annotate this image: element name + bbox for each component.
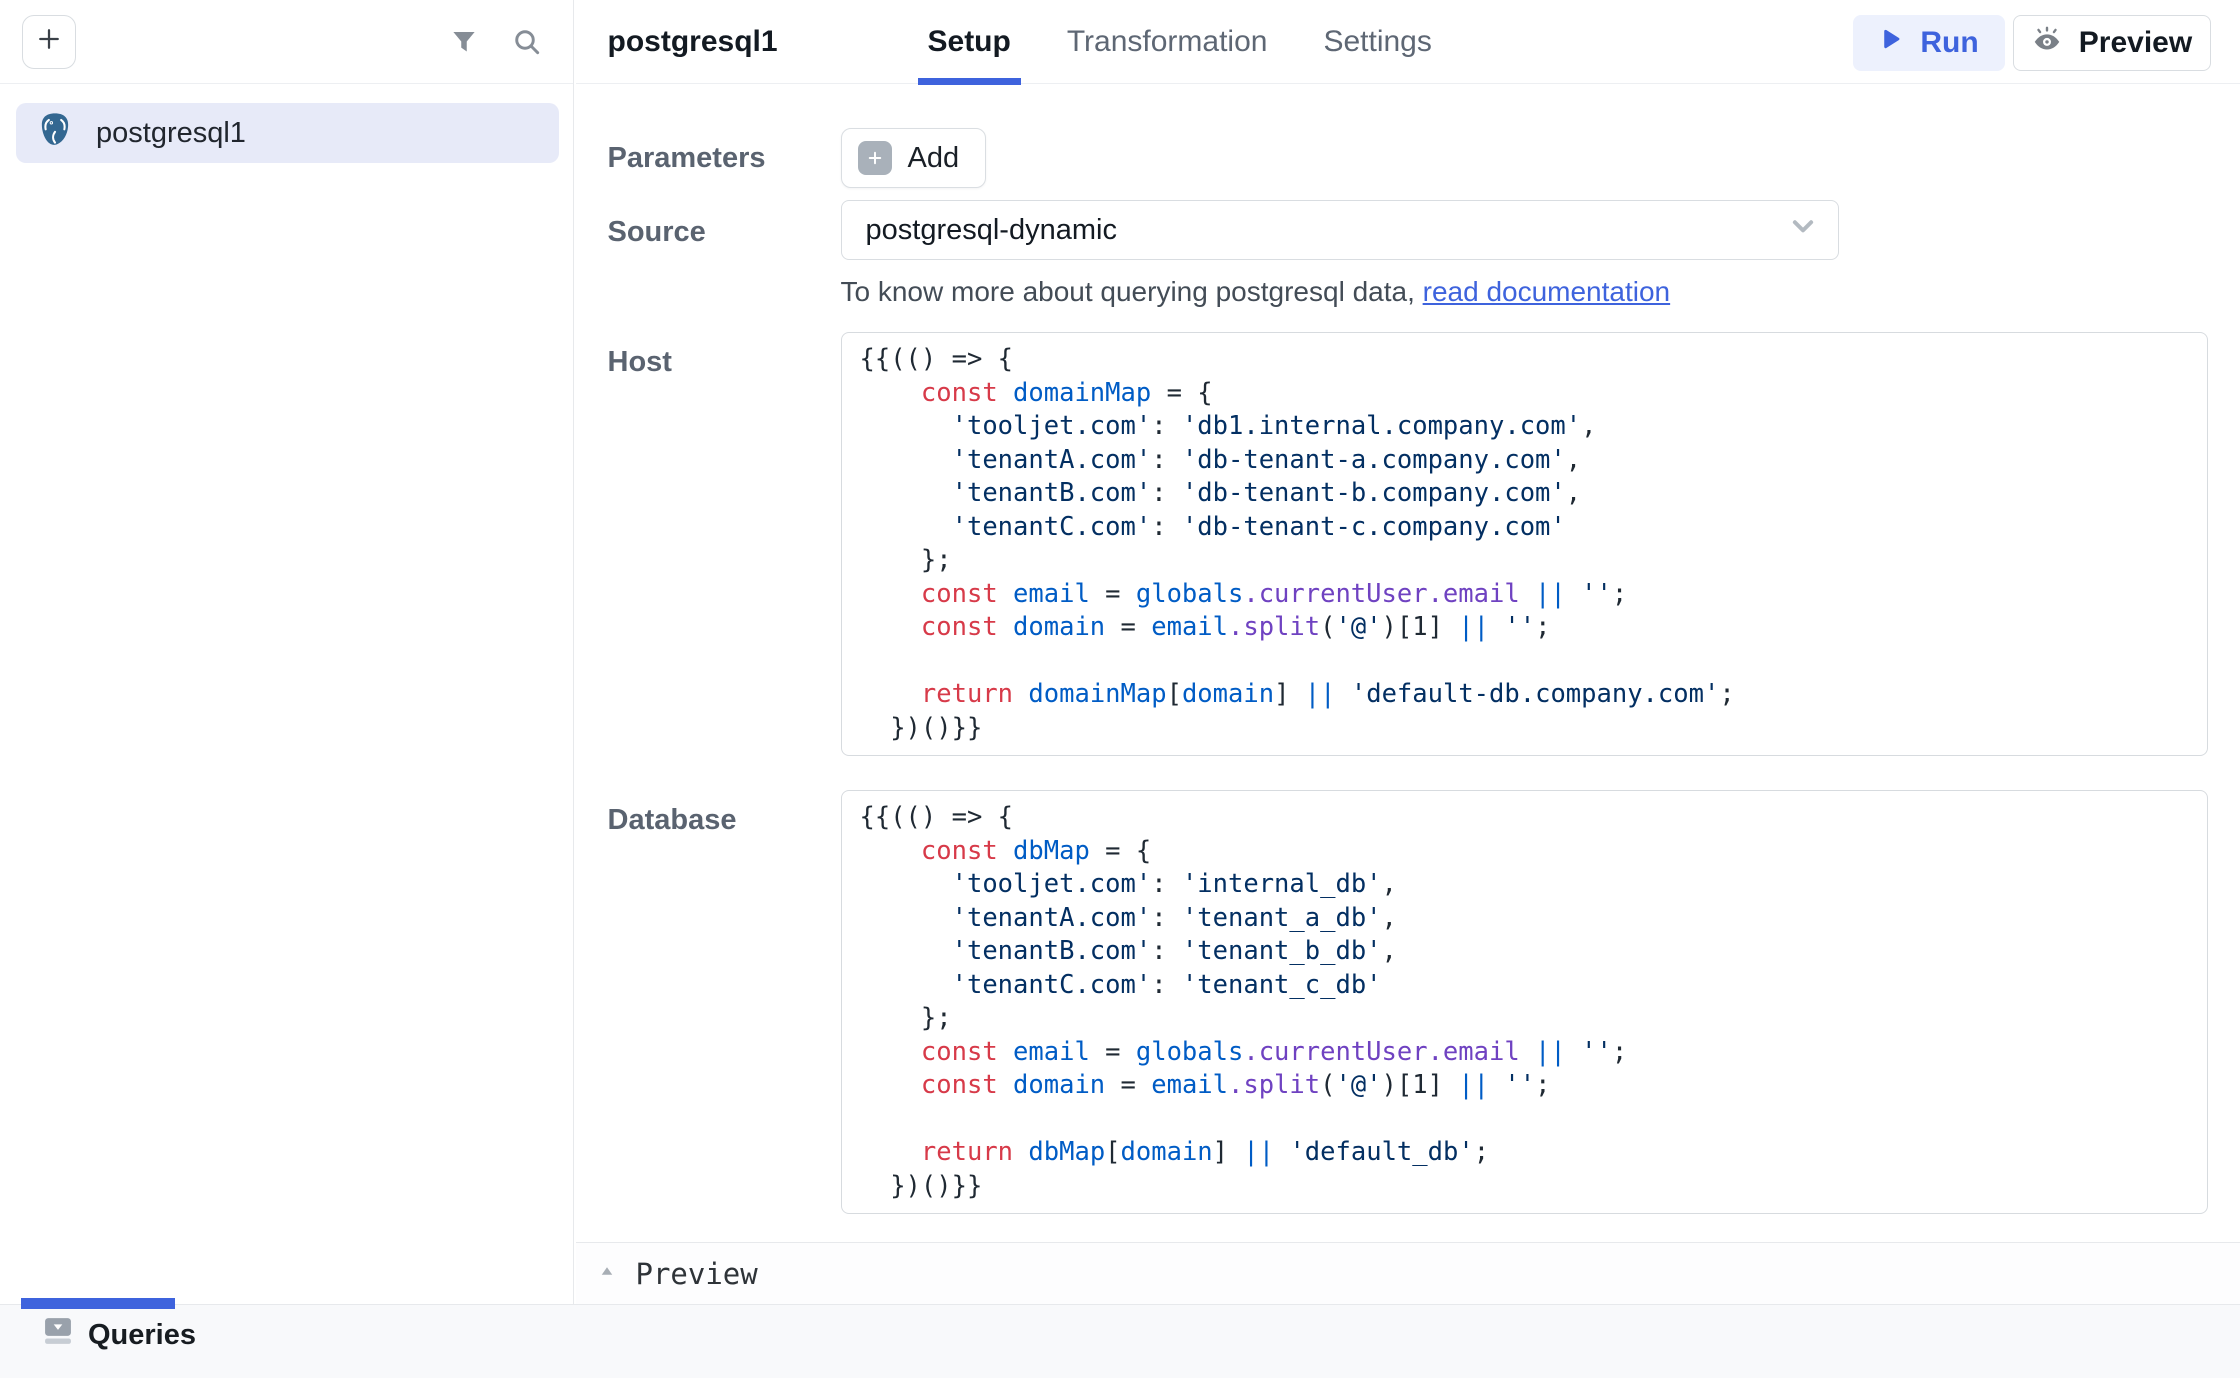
preview-button-label: Preview [2079,26,2192,60]
sidebar-header [0,0,573,84]
setup-form: Parameters Add Source postgresql-dynamic [576,84,2240,1214]
add-parameter-button[interactable]: Add [841,128,987,188]
source-select[interactable]: postgresql-dynamic [841,200,1839,260]
query-list-sidebar: postgresql1 [0,0,574,1304]
play-icon [1878,26,1904,60]
add-button-label: Add [908,142,960,175]
tab-settings[interactable]: Settings [1323,0,1431,83]
search-icon[interactable] [511,26,543,58]
source-helper-text: To know more about querying postgresql d… [841,276,2209,308]
query-editor-main: postgresql1 Setup Transformation Setting… [576,0,2240,1304]
run-button[interactable]: Run [1853,15,2005,71]
tab-setup[interactable]: Setup [928,0,1011,83]
database-label: Database [608,790,841,837]
parameters-row: Parameters Add [608,128,2209,188]
query-item-label: postgresql1 [96,117,246,150]
plus-icon [34,24,64,59]
query-list: postgresql1 [0,84,573,163]
source-select-value: postgresql-dynamic [866,214,1117,247]
editor-tabs: Setup Transformation Settings [928,0,1432,83]
plus-icon [858,141,892,175]
host-code-editor[interactable]: {{(() => { const domainMap = { 'tooljet.… [841,332,2209,756]
query-name-title: postgresql1 [608,25,778,59]
active-panel-indicator [21,1298,175,1309]
tab-transformation[interactable]: Transformation [1067,0,1268,83]
bottom-panel-bar: Queries [0,1304,2240,1378]
host-label: Host [608,332,841,379]
query-editor-topbar: postgresql1 Setup Transformation Setting… [576,0,2240,84]
parameters-label: Parameters [608,128,841,175]
database-code-editor[interactable]: {{(() => { const dbMap = { 'tooljet.com'… [841,790,2209,1214]
new-query-button[interactable] [22,15,76,69]
database-row: Database {{(() => { const dbMap = { 'too… [608,790,2209,1214]
eye-icon [2031,23,2063,63]
postgresql-icon [36,110,74,156]
host-row: Host {{(() => { const domainMap = { 'too… [608,332,2209,756]
preview-panel-label: Preview [636,1257,758,1291]
query-list-item-postgresql1[interactable]: postgresql1 [16,103,559,163]
chevron-down-icon [1788,211,1818,249]
queries-panel-icon [44,1317,72,1353]
source-label: Source [608,200,841,249]
queries-panel-toggle[interactable]: Queries [44,1317,196,1353]
queries-panel-label: Queries [88,1319,196,1352]
source-row: Source postgresql-dynamic To know more a… [608,200,2209,308]
filter-icon[interactable] [449,27,479,57]
preview-collapse-header[interactable]: Preview [576,1242,2240,1304]
read-documentation-link[interactable]: read documentation [1423,276,1671,307]
run-button-label: Run [1920,26,1978,60]
collapse-up-icon [598,1262,616,1285]
preview-button[interactable]: Preview [2013,15,2211,71]
